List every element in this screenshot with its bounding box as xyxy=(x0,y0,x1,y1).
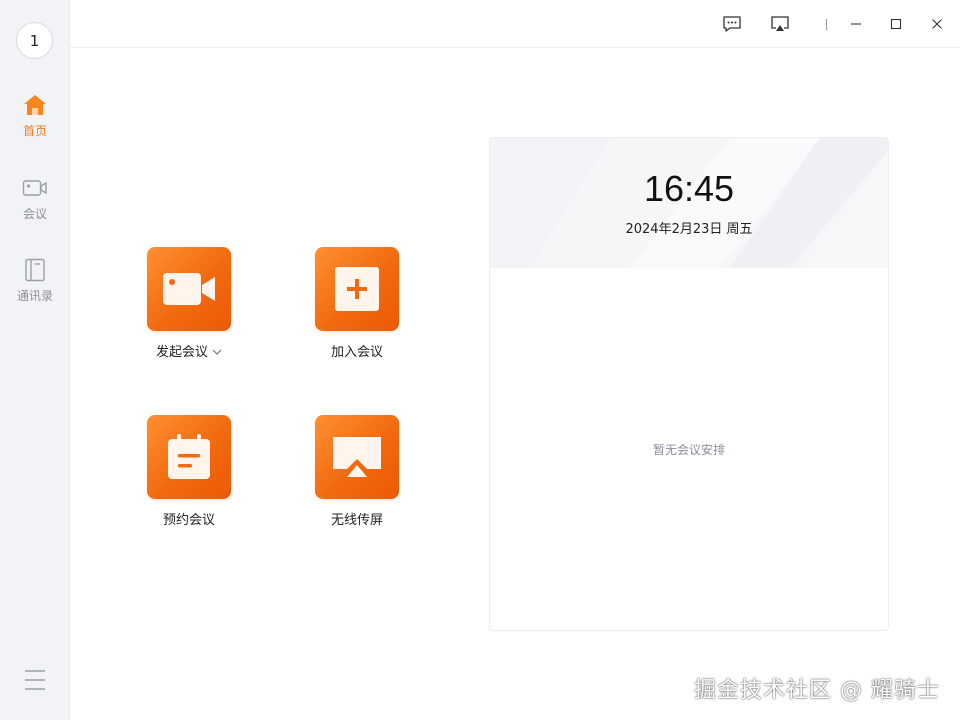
sidebar: 1 首页 会议 通讯录 xyxy=(0,0,70,720)
maximize-icon[interactable] xyxy=(884,12,908,36)
sidebar-item-label: 通讯录 xyxy=(16,289,53,303)
minimize-icon[interactable] xyxy=(844,12,868,36)
sidebar-item-contacts[interactable]: 通讯录 xyxy=(0,257,70,317)
plus-icon xyxy=(315,247,399,331)
start-meeting-label: 发起会议 xyxy=(155,345,208,360)
video-camera-icon xyxy=(147,247,231,331)
join-meeting-button[interactable]: 加入会议 xyxy=(315,247,399,360)
current-date: 2024年2月23日 周五 xyxy=(625,222,753,237)
avatar-text: 1 xyxy=(29,31,40,50)
hamburger-menu-icon[interactable] xyxy=(23,668,47,692)
title-bar xyxy=(70,0,960,48)
empty-schedule-text: 暂无会议安排 xyxy=(652,443,725,457)
home-icon xyxy=(22,92,48,118)
video-camera-icon xyxy=(22,175,48,201)
clock-header: 16:45 2024年2月23日 周五 xyxy=(490,138,888,268)
screen-cast-icon[interactable] xyxy=(768,12,792,36)
schedule-meeting-label: 预约会议 xyxy=(162,513,215,528)
sidebar-item-meeting[interactable]: 会议 xyxy=(0,175,70,235)
calendar-icon xyxy=(147,415,231,499)
schedule-panel: 16:45 2024年2月23日 周五 暂无会议安排 xyxy=(489,137,889,631)
avatar[interactable]: 1 xyxy=(16,22,53,59)
close-icon[interactable] xyxy=(925,12,949,36)
title-bar-separator xyxy=(826,19,827,30)
wireless-share-label: 无线传屏 xyxy=(330,513,383,528)
current-time: 16:45 xyxy=(643,168,735,209)
sidebar-item-label: 首页 xyxy=(22,124,47,138)
watermark: 掘金技术社区 @ 耀骑士 xyxy=(694,678,940,703)
screen-cast-icon xyxy=(315,415,399,499)
schedule-meeting-button[interactable]: 预约会议 xyxy=(147,415,231,528)
chevron-down-icon[interactable] xyxy=(212,346,222,356)
feedback-icon[interactable] xyxy=(720,12,744,36)
contacts-book-icon xyxy=(22,257,48,283)
sidebar-item-home[interactable]: 首页 xyxy=(0,92,70,152)
start-meeting-button[interactable]: 发起会议 xyxy=(147,247,231,360)
sidebar-item-label: 会议 xyxy=(22,207,47,221)
wireless-share-button[interactable]: 无线传屏 xyxy=(315,415,399,528)
join-meeting-label: 加入会议 xyxy=(330,345,383,360)
